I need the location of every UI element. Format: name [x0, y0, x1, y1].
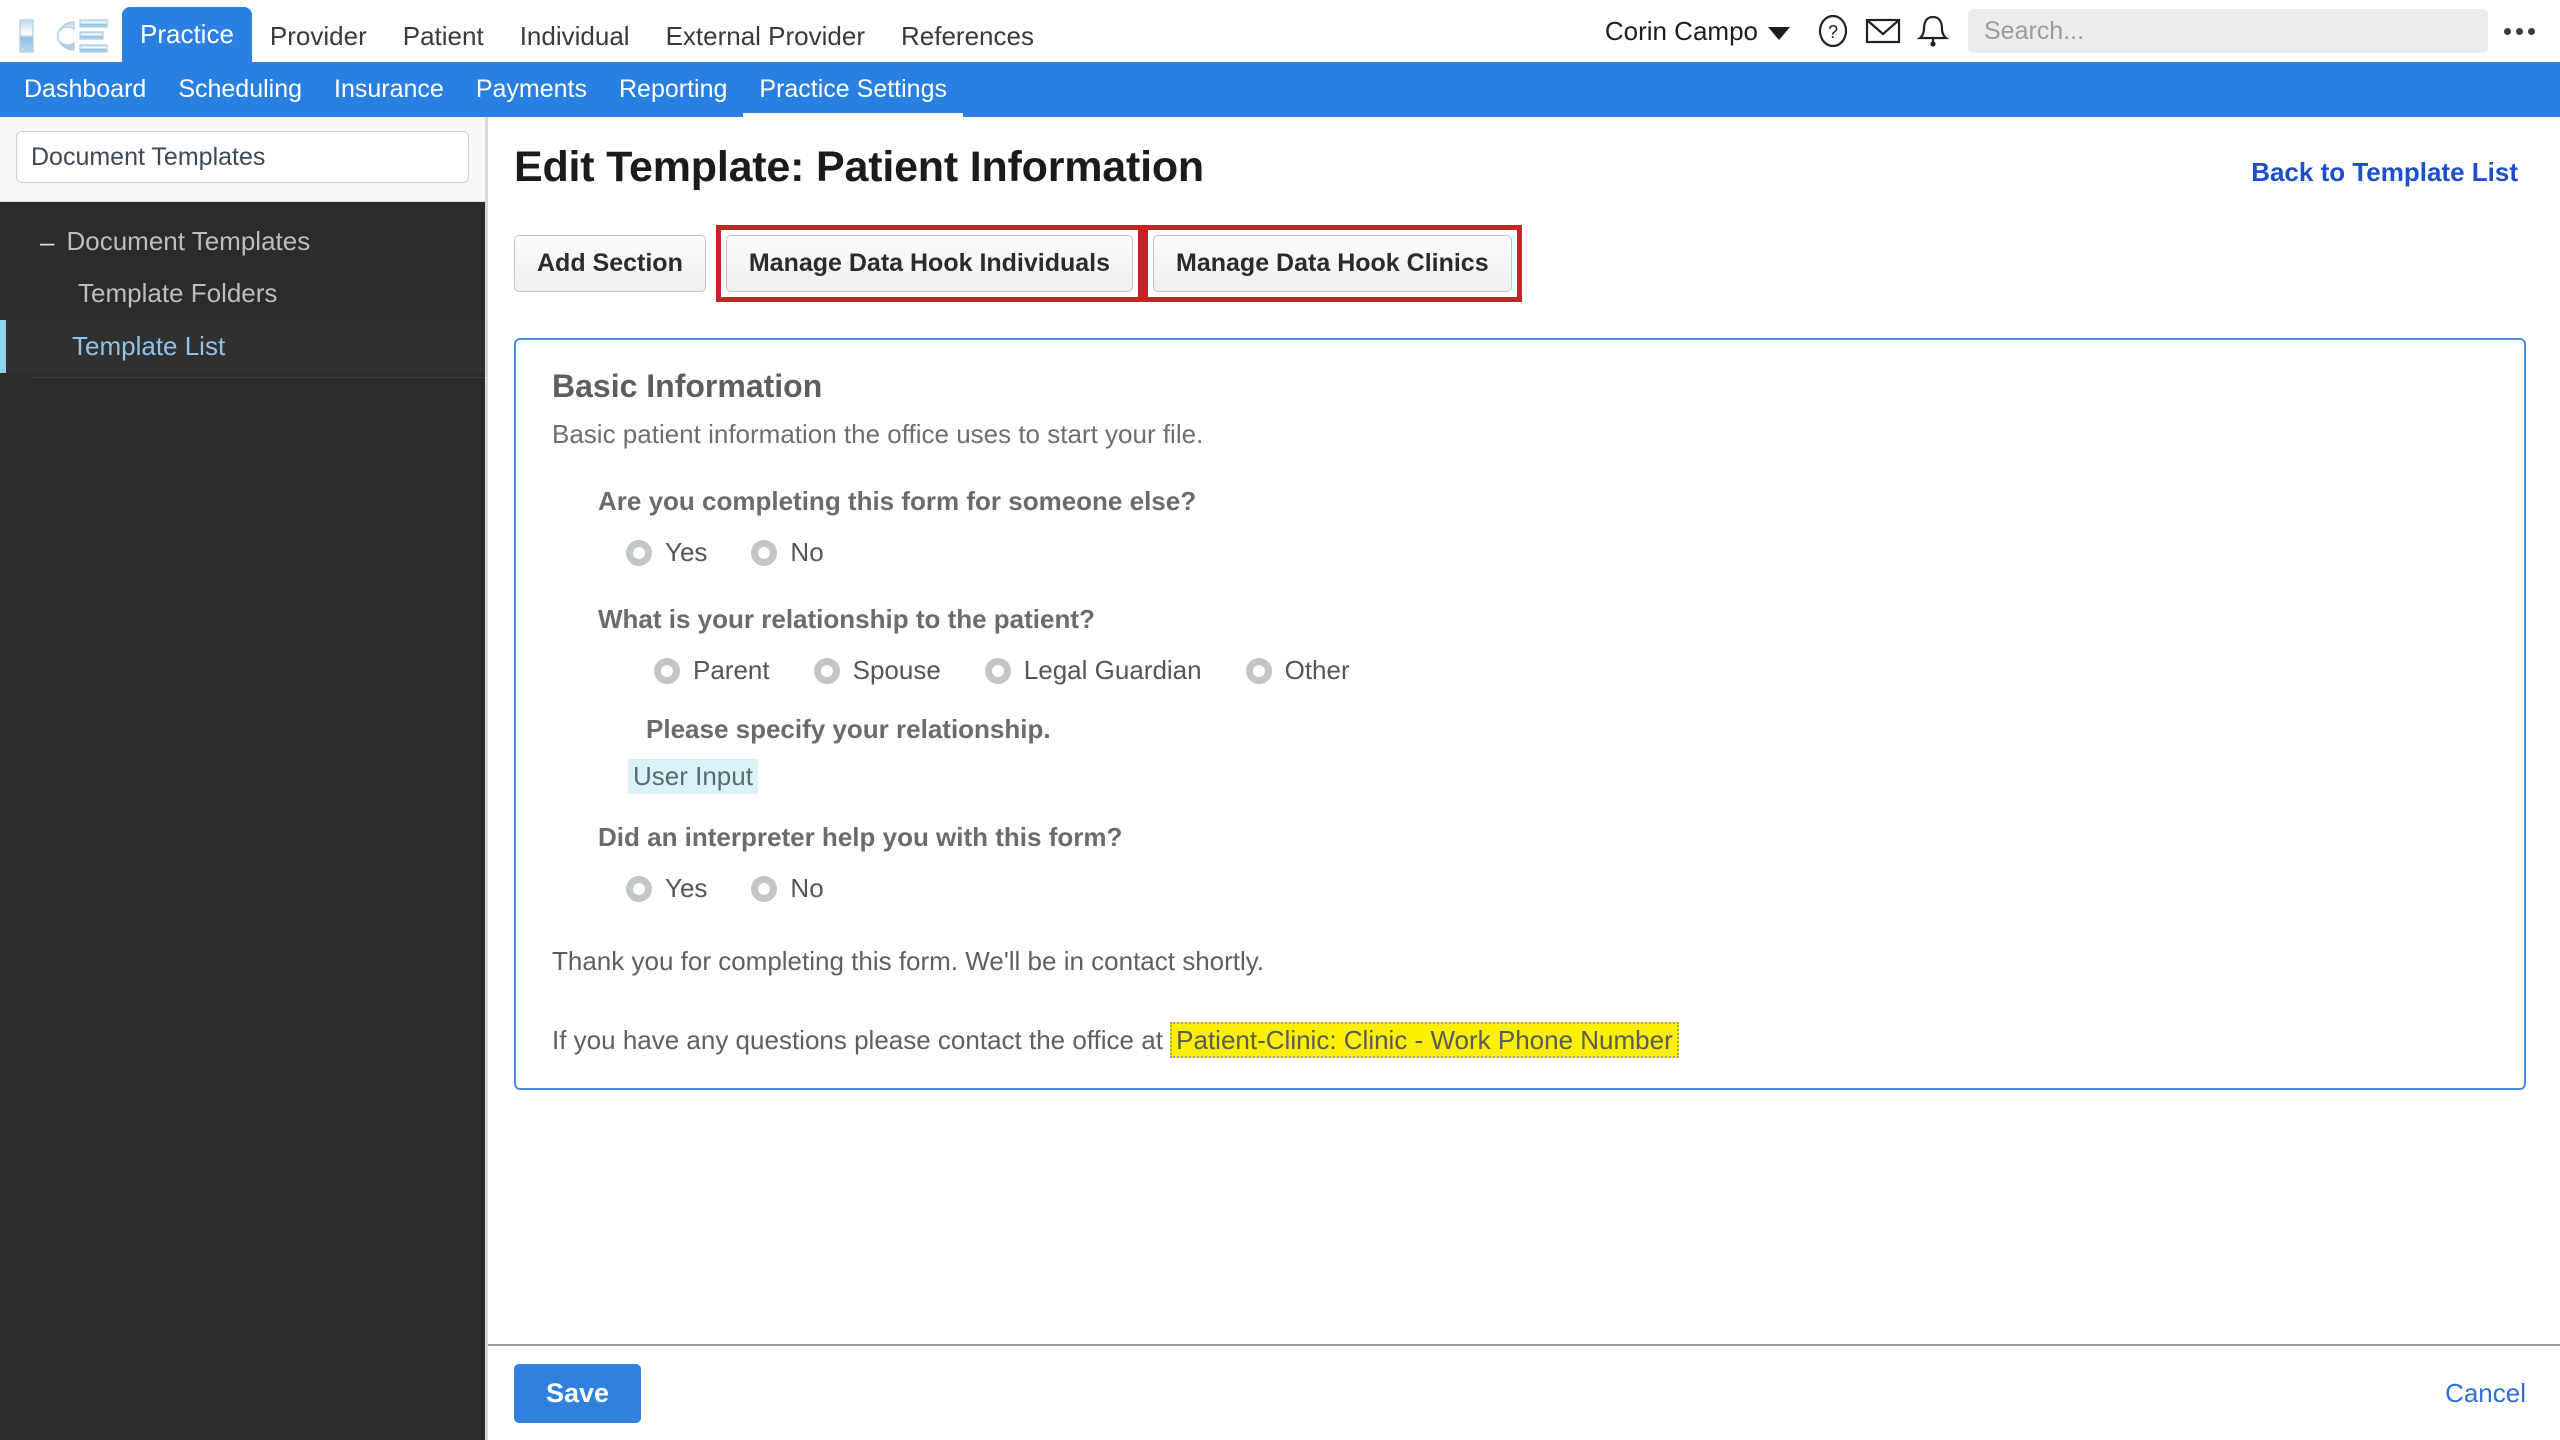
secondary-nav: Dashboard Scheduling Insurance Payments … [0, 62, 2560, 117]
top-bar: Practice Provider Patient Individual Ext… [0, 0, 2560, 62]
nav-item-practice[interactable]: Practice [122, 7, 252, 62]
sidebar-root-label: Document Templates [66, 226, 311, 256]
radio-option-spouse[interactable]: Spouse [813, 655, 941, 686]
section-card-basic-information: Basic Information Basic patient informat… [514, 338, 2526, 1090]
user-menu[interactable]: Corin Campo [1605, 16, 1808, 47]
annotation-box-manage-clinics: Manage Data Hook Clinics [1143, 225, 1522, 302]
sidebar-item-label: Template Folders [78, 278, 278, 308]
radio-label: Other [1284, 655, 1350, 685]
toolbar: Add Section Manage Data Hook Individuals… [514, 225, 2526, 302]
save-button[interactable]: Save [514, 1363, 642, 1423]
subnav-item-scheduling[interactable]: Scheduling [162, 65, 318, 117]
user-input-placeholder[interactable]: User Input [628, 759, 758, 794]
radio-option-no-interpreter[interactable]: No [751, 873, 824, 904]
radio-group-interpreter: Yes No [536, 873, 2490, 904]
radio-circle-icon [626, 539, 652, 566]
radio-label: Yes [665, 873, 708, 903]
radio-option-legal-guardian[interactable]: Legal Guardian [984, 655, 1202, 686]
radio-option-parent[interactable]: Parent [654, 655, 770, 686]
page-header: Edit Template: Patient Information Back … [514, 143, 2526, 192]
radio-circle-icon [813, 657, 840, 684]
radio-circle-icon [751, 875, 778, 902]
page-layout: – Document Templates Template Folders Te… [0, 117, 2560, 1440]
sidebar-divider [30, 377, 485, 378]
sidebar-item-template-folders[interactable]: Template Folders [0, 267, 485, 320]
radio-label: No [790, 537, 824, 567]
radio-circle-icon [984, 657, 1011, 684]
section-description: Basic patient information the office use… [552, 419, 1204, 449]
add-section-button[interactable]: Add Section [514, 235, 706, 292]
search-input[interactable] [1984, 16, 2472, 46]
main-content: Edit Template: Patient Information Back … [485, 117, 2560, 1440]
radio-circle-icon [654, 657, 680, 684]
sidebar: – Document Templates Template Folders Te… [0, 117, 485, 1440]
subnav-item-payments[interactable]: Payments [460, 65, 603, 117]
manage-data-hook-clinics-button[interactable]: Manage Data Hook Clinics [1153, 235, 1512, 292]
radio-option-yes-interpreter[interactable]: Yes [626, 873, 707, 904]
radio-label: Parent [693, 655, 770, 685]
radio-option-yes[interactable]: Yes [626, 537, 707, 568]
radio-label: Yes [665, 537, 708, 567]
main-scroll-area: Edit Template: Patient Information Back … [488, 117, 2560, 1344]
radio-group-completing-for-someone-else: Yes No [536, 537, 2490, 568]
question-label-specify-relationship: Please specify your relationship. [646, 714, 1051, 744]
ice-logo[interactable] [16, 14, 112, 58]
data-hook-token-work-phone-number[interactable]: Patient-Clinic: Clinic - Work Phone Numb… [1170, 1022, 1679, 1058]
radio-circle-icon [751, 539, 778, 566]
sidebar-search-wrap [0, 117, 485, 202]
nav-item-external-provider[interactable]: External Provider [648, 10, 883, 62]
nav-item-references[interactable]: References [883, 10, 1052, 62]
page-title: Edit Template: Patient Information [514, 143, 1204, 191]
annotation-box-manage-individuals: Manage Data Hook Individuals [715, 225, 1144, 302]
radio-label: Spouse [852, 655, 941, 685]
footer-action-bar: Save Cancel [488, 1344, 2560, 1440]
cancel-link[interactable]: Cancel [2445, 1378, 2526, 1409]
subnav-item-reporting[interactable]: Reporting [603, 65, 743, 117]
back-to-template-list-link[interactable]: Back to Template List [2251, 157, 2526, 188]
radio-circle-icon [1245, 657, 1272, 684]
sidebar-item-label: Template List [72, 331, 226, 361]
radio-option-other[interactable]: Other [1245, 655, 1350, 686]
bell-icon[interactable] [1908, 9, 1958, 53]
sidebar-search-input[interactable] [16, 131, 469, 183]
radio-label: No [790, 873, 824, 903]
sidebar-item-document-templates[interactable]: – Document Templates [0, 216, 485, 267]
collapse-minus-icon[interactable]: – [40, 229, 54, 255]
nav-item-provider[interactable]: Provider [252, 10, 385, 62]
question-label-interpreter-help: Did an interpreter help you with this fo… [598, 822, 1123, 852]
radio-group-relationship: Parent Spouse Legal Guardian Other [536, 655, 2490, 686]
nav-item-patient[interactable]: Patient [385, 10, 502, 62]
subnav-item-dashboard[interactable]: Dashboard [8, 65, 162, 117]
sidebar-item-template-list[interactable]: Template List [0, 320, 485, 373]
closing-paragraph-thank-you: Thank you for completing this form. We'l… [552, 946, 1265, 976]
manage-data-hook-individuals-button[interactable]: Manage Data Hook Individuals [725, 235, 1134, 292]
contact-text-prefix: If you have any questions please contact… [552, 1025, 1171, 1055]
subnav-item-practice-settings[interactable]: Practice Settings [743, 65, 963, 117]
question-label-completing-for-someone-else: Are you completing this form for someone… [598, 486, 1197, 516]
subnav-item-insurance[interactable]: Insurance [318, 65, 460, 117]
primary-nav: Practice Provider Patient Individual Ext… [122, 0, 1052, 62]
chevron-down-icon [1768, 26, 1790, 40]
svg-text:?: ? [1828, 22, 1838, 42]
top-bar-right: Corin Campo ? [1605, 0, 2560, 62]
radio-label: Legal Guardian [1023, 655, 1202, 685]
radio-option-no[interactable]: No [751, 537, 824, 568]
help-icon[interactable]: ? [1808, 9, 1858, 53]
closing-paragraph-contact: If you have any questions please contact… [536, 1022, 2490, 1058]
radio-circle-icon [626, 875, 652, 902]
mail-icon[interactable] [1858, 9, 1908, 53]
overflow-menu-icon[interactable] [2492, 9, 2546, 53]
question-label-relationship-to-patient: What is your relationship to the patient… [598, 604, 1095, 634]
nav-item-individual[interactable]: Individual [502, 10, 648, 62]
search-box[interactable] [1968, 9, 2488, 53]
user-name-label: Corin Campo [1604, 15, 1758, 46]
sidebar-tree: – Document Templates Template Folders Te… [0, 202, 485, 378]
section-heading: Basic Information [552, 368, 823, 404]
